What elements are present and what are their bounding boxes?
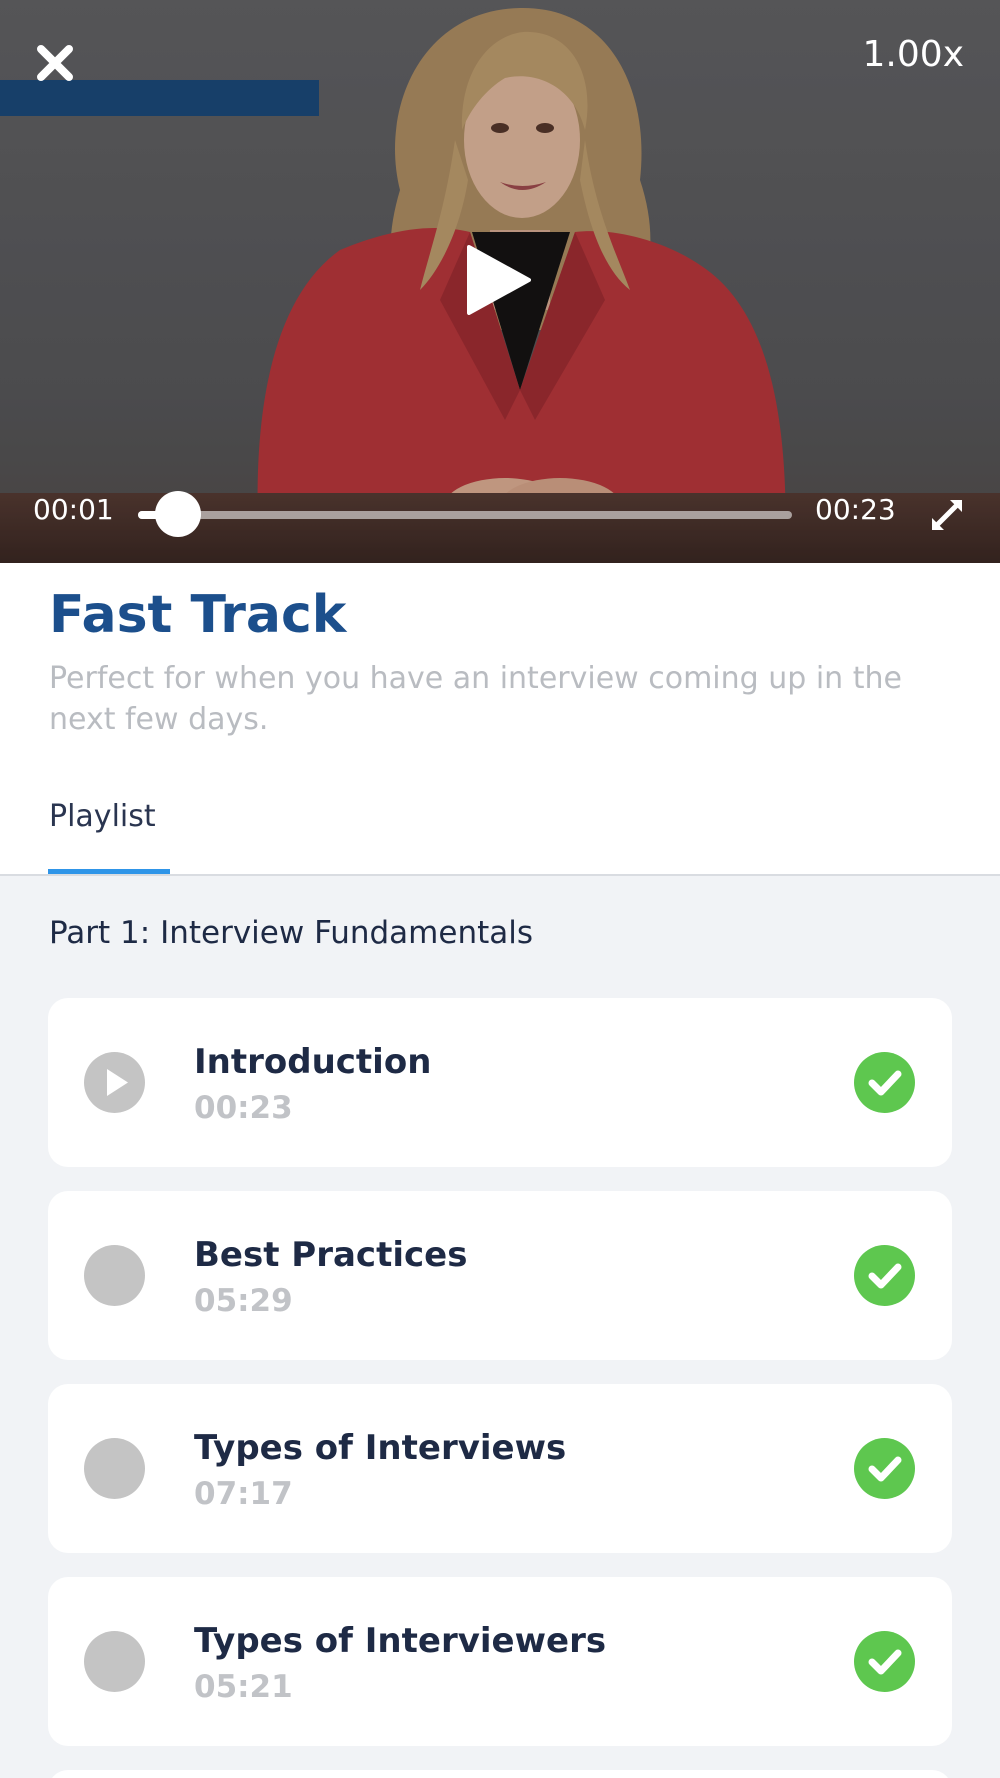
seek-bar-track: [138, 511, 792, 519]
playlist-item-duration: 00:23: [194, 1090, 293, 1126]
playlist-item-types-of-interviewers[interactable]: Types of Interviewers 05:21: [48, 1577, 952, 1746]
playlist-item-title: Introduction: [194, 1042, 432, 1082]
playlist-item-introduction[interactable]: Introduction 00:23: [48, 998, 952, 1167]
check-icon: [868, 1649, 902, 1675]
close-icon: [37, 45, 73, 81]
status-indicator: [84, 1245, 145, 1306]
now-playing-indicator: [84, 1052, 145, 1113]
tab-playlist[interactable]: Playlist: [49, 799, 156, 834]
play-icon: [467, 245, 531, 315]
playlist-item-title: Best Practices: [194, 1235, 468, 1275]
completed-badge: [854, 1438, 915, 1499]
status-indicator: [84, 1631, 145, 1692]
course-description: Perfect for when you have an interview c…: [49, 661, 902, 737]
play-icon: [107, 1069, 128, 1096]
seek-bar-thumb[interactable]: [155, 491, 202, 537]
seek-bar[interactable]: [138, 491, 792, 537]
completed-badge: [854, 1631, 915, 1692]
playlist-item-duration: 05:21: [194, 1669, 293, 1705]
close-button[interactable]: [32, 40, 78, 86]
play-button[interactable]: [462, 244, 534, 316]
video-player[interactable]: 1.00x 00:01 00:23: [0, 0, 1000, 563]
tab-divider: [0, 874, 1000, 876]
course-info: Fast Track Perfect for when you have an …: [0, 563, 1000, 876]
completed-badge: [854, 1052, 915, 1113]
course-title: Fast Track: [49, 585, 347, 645]
current-time: 00:01: [33, 493, 114, 526]
playlist-item-title: Types of Interviewers: [194, 1621, 607, 1661]
playlist-item-next[interactable]: [48, 1770, 952, 1778]
check-icon: [868, 1263, 902, 1289]
playlist-section-title: Part 1: Interview Fundamentals: [49, 915, 534, 951]
fullscreen-icon: [932, 500, 962, 530]
check-icon: [868, 1456, 902, 1482]
playlist-item-title: Types of Interviews: [194, 1428, 567, 1468]
total-time: 00:23: [815, 493, 896, 526]
playlist-item-duration: 05:29: [194, 1283, 293, 1319]
playlist-item-best-practices[interactable]: Best Practices 05:29: [48, 1191, 952, 1360]
status-indicator: [84, 1438, 145, 1499]
playlist-item-types-of-interviews[interactable]: Types of Interviews 07:17: [48, 1384, 952, 1553]
fullscreen-button[interactable]: [928, 496, 966, 534]
check-icon: [868, 1070, 902, 1096]
playlist-item-duration: 07:17: [194, 1476, 293, 1512]
completed-badge: [854, 1245, 915, 1306]
playback-speed-button[interactable]: 1.00x: [863, 34, 964, 75]
